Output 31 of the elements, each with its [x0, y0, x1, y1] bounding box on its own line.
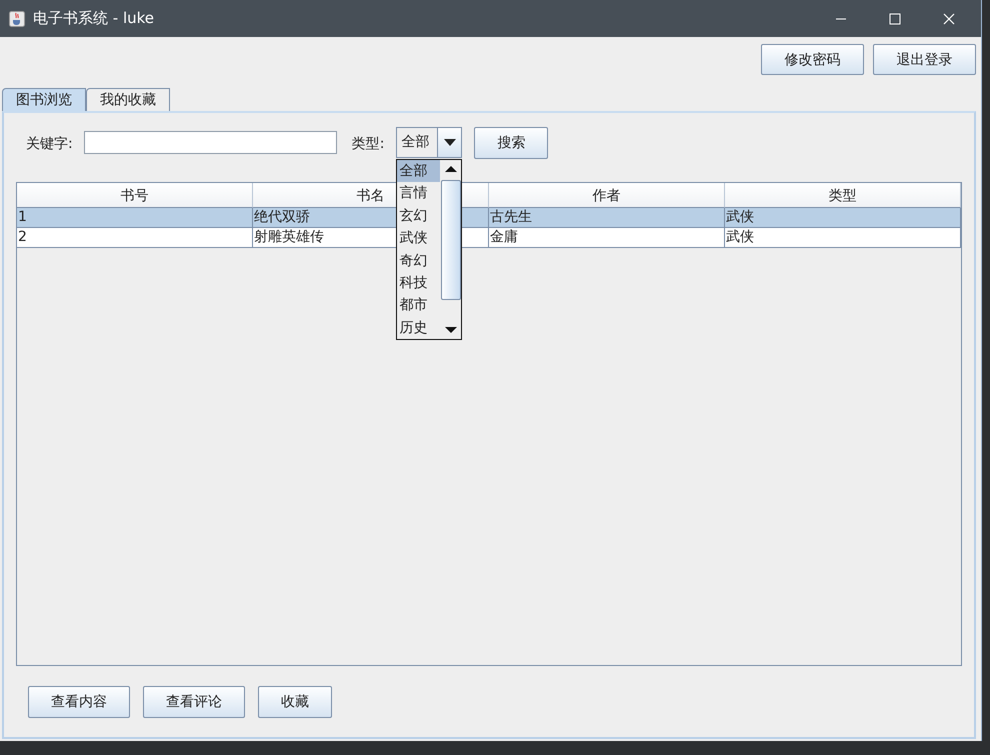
table-cell: 2: [17, 228, 253, 248]
scrollbar-thumb[interactable]: [440, 180, 461, 300]
tab[interactable]: 图书浏览: [2, 88, 86, 111]
column-header[interactable]: 类型: [725, 183, 961, 208]
dropdown-option[interactable]: 奇幻: [397, 250, 440, 272]
column-header[interactable]: 作者: [489, 183, 725, 208]
dropdown-option[interactable]: 历史: [397, 316, 440, 340]
type-label: 类型:: [352, 135, 384, 153]
keyword-label: 关键字:: [26, 135, 73, 153]
maximize-icon[interactable]: [889, 12, 901, 24]
caret-icon: [444, 139, 456, 146]
search-button[interactable]: 搜索: [474, 127, 548, 159]
table-cell: 武侠: [725, 228, 961, 248]
dropdown-option[interactable]: 言情: [397, 182, 440, 205]
action-button[interactable]: 修改密码: [761, 44, 864, 75]
action-button[interactable]: 收藏: [258, 686, 332, 718]
app-icon: [9, 10, 25, 26]
dropdown-option[interactable]: 都市: [397, 294, 440, 317]
dropdown-option[interactable]: 全部: [397, 160, 440, 182]
tab[interactable]: 我的收藏: [86, 88, 170, 111]
dropdown-option[interactable]: 武侠: [397, 227, 440, 250]
dropdown-option[interactable]: 科技: [397, 272, 440, 294]
action-button[interactable]: 退出登录: [873, 44, 976, 75]
table-cell: 金庸: [489, 228, 725, 248]
keyword-field[interactable]: [84, 131, 337, 154]
close-icon[interactable]: [943, 12, 955, 24]
action-button[interactable]: 查看评论: [143, 686, 245, 718]
type-dropdown[interactable]: 全部: [396, 127, 462, 158]
action-button[interactable]: 查看内容: [28, 686, 130, 718]
column-header[interactable]: 书号: [17, 183, 253, 208]
window-title: 电子书系统 - luke: [33, 9, 154, 28]
